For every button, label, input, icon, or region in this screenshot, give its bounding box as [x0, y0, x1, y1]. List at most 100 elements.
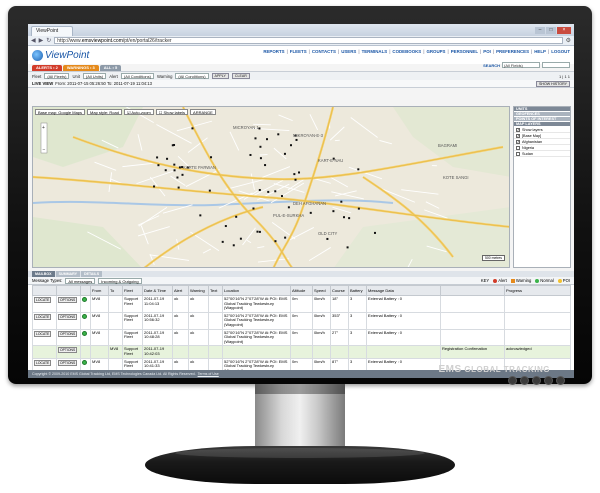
fleet-select[interactable]: (All Fleets) — [44, 73, 70, 79]
legend-key: KEY — [480, 278, 490, 283]
cell-course: 18° — [330, 295, 349, 313]
clear-button[interactable]: CLEAR — [231, 73, 250, 79]
column-header[interactable]: Progress — [504, 285, 571, 296]
column-header[interactable] — [56, 285, 81, 296]
column-header[interactable]: To — [108, 285, 123, 296]
layer-label: Sudan — [522, 151, 533, 156]
column-header[interactable]: Warning — [188, 285, 209, 296]
nav-item[interactable]: REPORTS — [263, 49, 284, 54]
column-header[interactable]: Alert — [172, 285, 189, 296]
maximize-icon[interactable]: □ — [546, 26, 556, 34]
nav-item[interactable]: POI — [483, 49, 491, 54]
nav-item[interactable]: CODEBOOKS — [392, 49, 421, 54]
column-header[interactable]: Date & Time — [142, 285, 173, 296]
unit-select[interactable]: (All Units) — [82, 73, 107, 79]
nav-item[interactable]: CONTACTS — [312, 49, 336, 54]
layer-row[interactable]: Sudan — [514, 151, 570, 157]
bottom-tab[interactable]: DETAILS — [81, 271, 103, 277]
nav-item[interactable]: PERSONNEL — [451, 49, 478, 54]
checkbox[interactable]: ✓ — [516, 139, 520, 144]
minimize-icon[interactable]: – — [535, 26, 545, 34]
forward-icon[interactable]: ▶ — [39, 37, 44, 44]
search-input[interactable] — [542, 62, 570, 68]
bottom-tab[interactable]: SUMMARY — [55, 271, 81, 277]
nav-item[interactable]: PREFERENCES — [496, 49, 529, 54]
arrange-button[interactable]: ARRANGE — [190, 109, 216, 115]
column-header[interactable] — [80, 285, 91, 296]
bottom-tab[interactable]: MAILBOX — [32, 271, 55, 277]
message-types-select[interactable]: All messages — [65, 277, 96, 284]
reload-icon[interactable]: ↻ — [46, 37, 51, 44]
options-button[interactable]: OPTIONS — [58, 313, 78, 320]
checkbox[interactable]: ✓ — [516, 133, 520, 138]
bezel-button[interactable] — [544, 376, 553, 385]
nav-item[interactable]: FLEETS — [290, 49, 307, 54]
search-scope-select[interactable]: (All Fields) — [502, 62, 540, 68]
wrench-icon[interactable]: ⚙ — [566, 37, 571, 44]
column-header[interactable] — [32, 285, 57, 296]
nav-item[interactable]: LOGOUT — [551, 49, 570, 54]
nav-item[interactable]: HELP — [534, 49, 546, 54]
browser-tab[interactable]: ViewPoint — [31, 26, 74, 36]
base-map-select[interactable]: Base map: Google Maps — [35, 109, 86, 115]
column-header[interactable]: Location — [222, 285, 291, 296]
table-row[interactable]: LOCATE OPTIONS MV8 Support Fleet 2011-07-19 … — [32, 311, 571, 330]
column-header[interactable]: Battery — [348, 285, 367, 296]
pager[interactable]: 1 | 1 1 — [559, 74, 570, 79]
options-button[interactable]: OPTIONS — [58, 359, 78, 366]
tab-alerts[interactable]: ALERTS • 2 — [32, 65, 62, 71]
column-header[interactable]: Speed — [312, 285, 331, 296]
power-button[interactable] — [556, 376, 565, 385]
cell-progress — [504, 295, 571, 313]
back-icon[interactable]: ◀ — [31, 37, 36, 44]
table-row[interactable]: LOCATE OPTIONS MV8 Support Fleet 2011-07-19 … — [32, 295, 571, 313]
bezel-button[interactable] — [520, 376, 529, 385]
nav-separator: | — [358, 49, 360, 54]
checkbox[interactable] — [516, 151, 520, 156]
map-canvas: MICROYAN 1 MIKROYAN-E-3 KARTE PARWAN KART-E… — [33, 107, 509, 267]
options-button[interactable]: OPTIONS — [58, 330, 78, 337]
show-labels-checkbox[interactable]: ☐ Show labels — [155, 109, 189, 115]
locate-button[interactable]: LOCATE — [34, 313, 52, 320]
map-style-select[interactable]: Map style: Road — [87, 109, 122, 115]
alert-select[interactable]: (All Conditions) — [120, 73, 154, 79]
tab-all[interactable]: ALL • 5 — [99, 65, 122, 71]
tab-warnings[interactable]: WARNINGS • 3 — [62, 65, 99, 71]
column-header[interactable]: From — [90, 285, 109, 296]
direction-select[interactable]: Incoming & Outgoing — [98, 277, 142, 284]
options-button[interactable]: OPTIONS — [58, 297, 78, 303]
close-icon[interactable]: × — [557, 26, 571, 34]
column-header[interactable]: Message Data — [366, 285, 441, 296]
bezel-button[interactable] — [508, 376, 517, 385]
bezel-button[interactable] — [532, 376, 541, 385]
column-header[interactable]: Course — [330, 285, 349, 296]
message-table: From To Fleet Date & Time Alert Warning Text Lo… — [32, 285, 571, 376]
apply-button[interactable]: APPLY — [211, 73, 229, 79]
locate-button[interactable]: LOCATE — [34, 359, 52, 366]
column-header[interactable] — [440, 285, 505, 296]
checkbox[interactable]: ✓ — [516, 127, 520, 132]
cell-from — [90, 345, 109, 359]
column-header[interactable]: Altitude — [290, 285, 313, 296]
table-row[interactable]: LOCATE OPTIONS MV8 Support Fleet 2011-07-19 … — [32, 328, 571, 347]
monitor-brand: EMS GLOBAL TRACKING — [439, 364, 550, 375]
map[interactable]: Base map: Google Maps Map style: Road ☑ … — [32, 106, 510, 268]
locate-button[interactable]: LOCATE — [34, 297, 52, 303]
street — [271, 222, 296, 240]
column-header[interactable]: Fleet — [122, 285, 143, 296]
nav-item[interactable]: TERMINALS — [362, 49, 388, 54]
column-header[interactable]: Text — [208, 285, 223, 296]
auto-zoom-checkbox[interactable]: ☑ Auto-zoom — [123, 109, 154, 115]
warning-select[interactable]: (All Conditions) — [175, 73, 209, 79]
street — [138, 207, 168, 227]
options-button[interactable]: OPTIONS — [58, 347, 78, 354]
nav-item[interactable]: USERS — [341, 49, 356, 54]
street — [137, 226, 170, 237]
address-bar[interactable]: http://www.emsviewpoint.com/pt/en/portal… — [54, 37, 563, 44]
terms-link[interactable]: Terms of Use — [198, 372, 219, 376]
checkbox[interactable] — [516, 145, 520, 150]
nav-item[interactable]: GROUPS — [426, 49, 445, 54]
show-history-button[interactable]: SHOW HISTORY — [535, 80, 570, 87]
table-row[interactable]: OPTIONS MV8 Support Fleet 2011-07-19 10:42:… — [32, 345, 571, 359]
locate-button[interactable]: LOCATE — [34, 330, 52, 337]
